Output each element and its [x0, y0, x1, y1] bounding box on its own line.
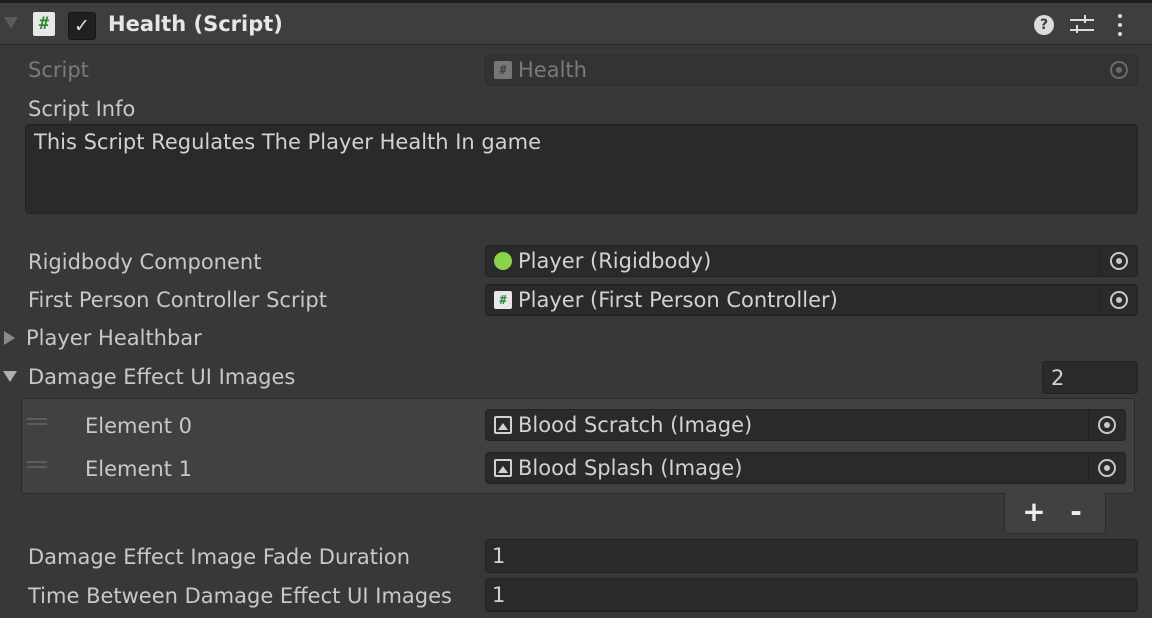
remove-element-button[interactable]: -: [1061, 497, 1091, 527]
list-item-value: Blood Scratch (Image): [518, 413, 753, 437]
player-healthbar-foldout[interactable]: Player Healthbar: [26, 326, 202, 350]
list-item-label: Element 0: [85, 414, 192, 438]
list-item-value: Blood Splash (Image): [518, 456, 743, 480]
script-icon: #: [494, 291, 512, 309]
image-icon: [494, 416, 512, 434]
list-item-label: Element 1: [85, 457, 192, 481]
list-item-field[interactable]: Blood Scratch (Image): [485, 409, 1126, 441]
object-picker-icon[interactable]: [1100, 285, 1137, 315]
foldout-expanded-icon[interactable]: [3, 371, 17, 382]
list-add-remove-footer: + -: [1004, 493, 1106, 534]
component-title[interactable]: Health (Script): [108, 12, 283, 36]
presets-icon[interactable]: [1070, 14, 1094, 36]
fade-duration-field[interactable]: 1: [485, 539, 1138, 573]
object-picker-icon[interactable]: [1088, 453, 1125, 483]
damage-images-size-field[interactable]: 2: [1042, 361, 1138, 394]
fade-duration-label: Damage Effect Image Fade Duration: [28, 545, 410, 569]
fps-controller-value: Player (First Person Controller): [518, 288, 838, 312]
rigidbody-icon: [494, 252, 512, 270]
help-icon[interactable]: ?: [1034, 15, 1054, 35]
fps-controller-field[interactable]: # Player (First Person Controller): [485, 284, 1138, 316]
script-icon: #: [33, 12, 55, 36]
script-info-label: Script Info: [28, 97, 136, 121]
script-icon: #: [494, 61, 512, 79]
kebab-menu-icon[interactable]: [1116, 13, 1124, 37]
image-icon: [494, 459, 512, 477]
component-enabled-checkbox[interactable]: ✓: [68, 12, 96, 40]
object-picker-icon[interactable]: [1100, 246, 1137, 276]
fps-controller-label: First Person Controller Script: [28, 288, 327, 312]
object-picker-icon: [1101, 55, 1137, 85]
drag-handle-icon[interactable]: [27, 418, 47, 426]
component-header[interactable]: # ✓ Health (Script) ?: [0, 3, 1152, 45]
fade-duration-value: 1: [492, 544, 506, 568]
time-between-label: Time Between Damage Effect UI Images: [28, 584, 452, 608]
time-between-value: 1: [492, 583, 506, 607]
time-between-field[interactable]: 1: [485, 578, 1138, 612]
rigidbody-value: Player (Rigidbody): [518, 249, 712, 273]
script-field: # Health: [485, 54, 1138, 86]
damage-images-size-value: 2: [1051, 365, 1065, 390]
script-label: Script: [28, 58, 89, 82]
rigidbody-field[interactable]: Player (Rigidbody): [485, 245, 1138, 277]
rigidbody-label: Rigidbody Component: [28, 250, 262, 274]
list-item-field[interactable]: Blood Splash (Image): [485, 452, 1126, 484]
script-value: Health: [518, 58, 587, 82]
chevron-down-icon[interactable]: [4, 17, 18, 29]
add-element-button[interactable]: +: [1019, 497, 1049, 527]
script-info-textarea[interactable]: This Script Regulates The Player Health …: [25, 124, 1138, 214]
damage-images-foldout[interactable]: Damage Effect UI Images: [28, 365, 295, 389]
drag-handle-icon[interactable]: [27, 461, 47, 469]
object-picker-icon[interactable]: [1088, 410, 1125, 440]
foldout-collapsed-icon[interactable]: [4, 331, 15, 345]
